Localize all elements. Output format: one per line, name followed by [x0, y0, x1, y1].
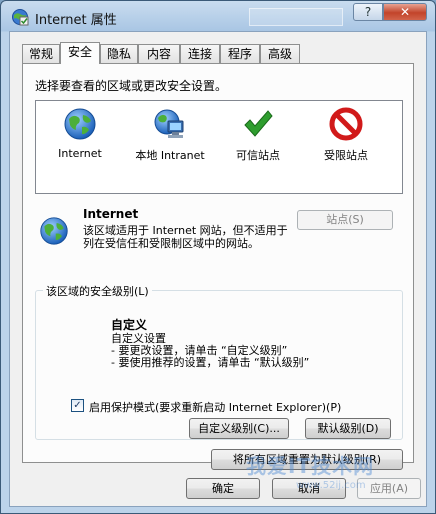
help-button[interactable]: ?	[353, 3, 383, 21]
globe-icon	[64, 108, 96, 140]
checkmark-icon	[244, 110, 273, 137]
zone-label: Internet	[58, 147, 102, 160]
tab-content[interactable]: 内容	[138, 44, 180, 63]
tab-privacy[interactable]: 隐私	[100, 44, 138, 63]
tab-programs[interactable]: 程序	[220, 44, 260, 63]
restricted-icon	[329, 107, 363, 141]
security-level-line: - 要使用推荐的设置，请单击 “默认级别”	[111, 356, 310, 369]
custom-level-button[interactable]: 自定义级别(C)...	[189, 418, 289, 439]
security-level-title: 自定义	[111, 318, 148, 332]
zone-restricted-sites[interactable]: 受限站点	[304, 107, 388, 163]
tab-advanced[interactable]: 高级	[260, 44, 300, 63]
internet-options-icon	[12, 9, 29, 26]
selected-zone-description: 该区域适用于 Internet 网站，但不适用于列在受信任和受限制区域中的网站。	[83, 224, 288, 250]
zone-label: 受限站点	[324, 149, 368, 162]
window-title: Internet 属性	[35, 13, 117, 28]
security-level-group-label: 该区域的安全级别(L)	[43, 283, 152, 299]
zone-local-intranet[interactable]: 本地 Intranet	[128, 107, 212, 163]
watermark: 我爱IT技术网	[246, 454, 375, 478]
ok-button[interactable]: 确定	[186, 478, 260, 499]
dialog-client-area: 常规 安全 隐私 内容 连接 程序 高级 选择要查看的区域或更改安全设置。 In…	[9, 31, 427, 507]
tab-general[interactable]: 常规	[22, 44, 60, 63]
security-tab-panel: 选择要查看的区域或更改安全设置。 Internet 本地 Intranet 可信…	[22, 63, 414, 470]
intranet-icon	[154, 109, 184, 138]
zone-label: 本地 Intranet	[135, 149, 205, 162]
watermark-url: www.52ij.com	[296, 480, 366, 491]
sites-button: 站点(S)	[297, 210, 393, 230]
internet-properties-window: Internet 属性 ? ✕ 常规 安全 隐私 内容 连接 程序 高级 选择要…	[0, 0, 436, 514]
background-address-bar	[249, 8, 343, 26]
selected-zone-name: Internet	[83, 207, 139, 221]
tab-security[interactable]: 安全	[60, 42, 100, 64]
apply-button: 应用(A)	[357, 478, 421, 499]
protected-mode-checkbox[interactable]: ✓	[71, 399, 84, 412]
zone-instruction: 选择要查看的区域或更改安全设置。	[35, 79, 228, 93]
selected-zone-globe-icon	[40, 217, 68, 245]
protected-mode-label[interactable]: 启用保护模式(要求重新启动 Internet Explorer)(P)	[89, 399, 341, 415]
close-button[interactable]: ✕	[383, 3, 427, 21]
tab-connections[interactable]: 连接	[180, 44, 220, 63]
zone-trusted-sites[interactable]: 可信站点	[216, 107, 300, 163]
zone-internet[interactable]: Internet	[38, 107, 122, 160]
title-bar[interactable]: Internet 属性 ? ✕	[1, 1, 435, 31]
zone-list: Internet 本地 Intranet 可信站点 受限站点	[35, 100, 403, 194]
zone-label: 可信站点	[236, 149, 280, 162]
security-level-description: 自定义设置 - 要更改设置，请单击 “自定义级别” - 要使用推荐的设置，请单击…	[111, 333, 309, 369]
default-level-button[interactable]: 默认级别(D)	[305, 418, 391, 439]
